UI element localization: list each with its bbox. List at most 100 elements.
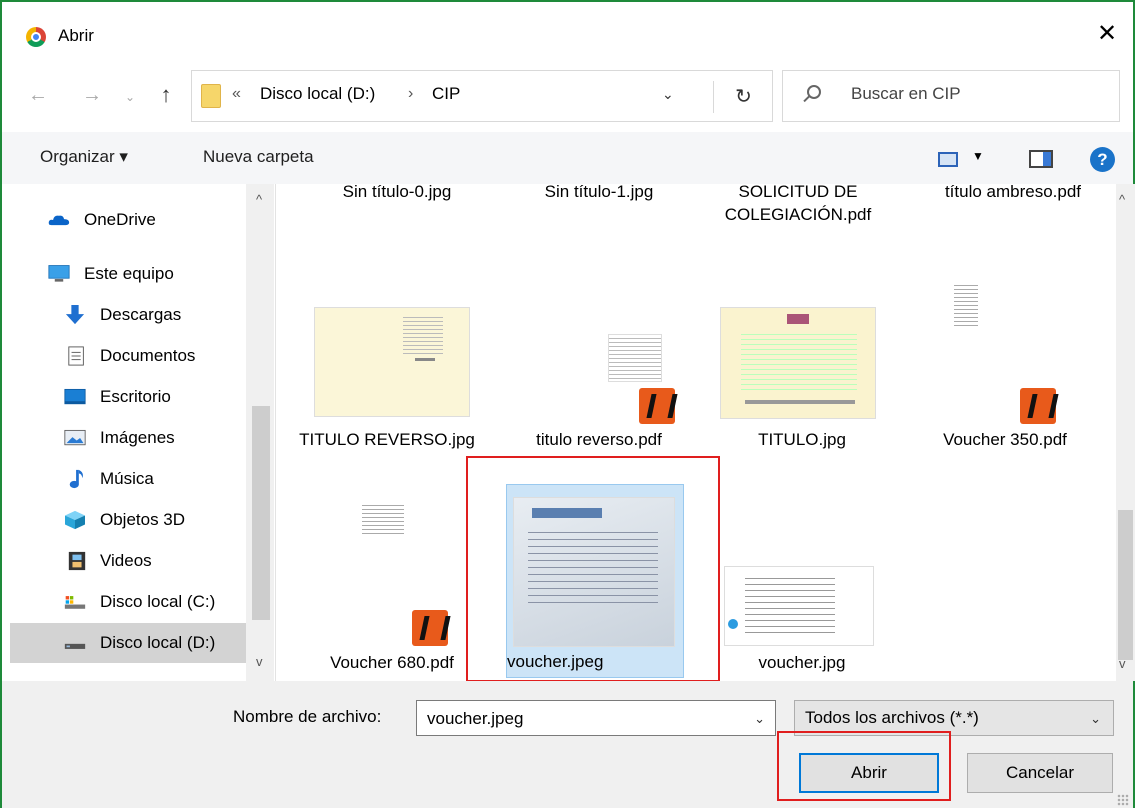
file-type-filter-value: Todos los archivos (*.*) (805, 708, 979, 727)
file-item[interactable]: Sin título-1.jpg (504, 184, 694, 203)
preview-pane-icon[interactable] (1029, 150, 1053, 168)
sidebar-item-disco-d[interactable]: Disco local (D:) (10, 623, 246, 663)
recent-locations-chevron-icon[interactable]: ⌄ (116, 90, 144, 104)
address-dropdown-chevron-icon[interactable]: ⌄ (662, 86, 674, 103)
file-item[interactable]: TITULO.jpg (712, 304, 892, 484)
filename-value: voucher.jpeg (427, 709, 524, 728)
sidebar-item-onedrive[interactable]: OneDrive (2, 200, 246, 240)
sidebar-item-videos[interactable]: Videos (2, 541, 246, 581)
address-bar[interactable]: « Disco local (D:) › CIP ⌄ ↻ (191, 70, 773, 122)
file-name: Voucher 350.pdf (943, 430, 1067, 449)
organize-menu-button[interactable]: Organizar ▾ (40, 147, 128, 167)
file-item[interactable]: SOLICITUD DE COLEGIACIÓN.pdf (718, 184, 878, 226)
file-name: voucher.jpg (758, 653, 846, 672)
file-type-chevron-icon[interactable]: ⌄ (1090, 711, 1101, 727)
file-name: Sin título-0.jpg (342, 184, 452, 201)
search-placeholder: Buscar en CIP (851, 84, 961, 103)
command-toolbar: Organizar ▾ Nueva carpeta ▼ ? (2, 132, 1133, 184)
view-options-caret-icon[interactable]: ▼ (972, 149, 984, 163)
filename-history-chevron-icon[interactable]: ⌄ (754, 711, 765, 727)
sidebar-item-label: Música (100, 469, 154, 488)
pdf-thumbnail (362, 502, 404, 536)
file-item[interactable]: Voucher 680.pdf (312, 484, 472, 681)
documents-icon (68, 346, 84, 366)
file-list-scroll-thumb[interactable] (1118, 510, 1133, 660)
music-icon (69, 469, 83, 489)
sidebar-scroll-down-icon[interactable]: v (256, 654, 263, 669)
close-button[interactable]: ✕ (1089, 16, 1125, 52)
image-thumbnail (314, 307, 470, 417)
sidebar-item-este-equipo[interactable]: Este equipo (2, 254, 246, 294)
sidebar-item-label: OneDrive (84, 210, 156, 229)
image-thumbnail (720, 307, 876, 419)
forward-button[interactable]: → (78, 84, 106, 107)
sidebar-item-label: Escritorio (100, 387, 171, 406)
sidebar-scroll-up-icon[interactable]: ^ (256, 192, 262, 207)
search-input[interactable]: Buscar en CIP (782, 70, 1120, 122)
sidebar-item-escritorio[interactable]: Escritorio (2, 377, 246, 417)
pdf-reader-icon (412, 610, 448, 646)
onedrive-icon (48, 215, 70, 226)
dialog-title: Abrir (58, 26, 94, 45)
pdf-reader-icon (1020, 388, 1056, 424)
sidebar-item-imagenes[interactable]: Imágenes (2, 418, 246, 458)
drive-d-icon (64, 643, 86, 649)
change-view-icon[interactable] (938, 152, 958, 167)
sidebar-scroll-thumb[interactable] (252, 406, 270, 620)
downloads-icon (65, 305, 85, 325)
sidebar-item-documentos[interactable]: Documentos (2, 336, 246, 376)
sidebar-item-label: Este equipo (84, 264, 174, 283)
image-thumbnail (724, 566, 874, 646)
folder-icon (201, 84, 221, 108)
file-item[interactable]: TITULO REVERSO.jpg (292, 304, 482, 484)
file-name: Voucher 680.pdf (330, 653, 454, 672)
computer-icon (48, 265, 70, 282)
highlight-box-selected-file (466, 456, 720, 682)
file-name: título ambreso.pdf (944, 184, 1082, 201)
file-item[interactable]: Voucher 350.pdf (920, 282, 1090, 484)
breadcrumb-disco-d[interactable]: Disco local (D:) (260, 84, 375, 104)
help-icon[interactable]: ? (1090, 147, 1115, 172)
file-name: TITULO REVERSO.jpg (299, 430, 475, 449)
file-name: Sin título-1.jpg (544, 184, 654, 201)
new-folder-button[interactable]: Nueva carpeta (203, 147, 314, 167)
sidebar-item-musica[interactable]: Música (2, 459, 246, 499)
drive-c-icon (64, 596, 86, 609)
sidebar-item-objetos-3d[interactable]: Objetos 3D (2, 500, 246, 540)
refresh-button[interactable]: ↻ (713, 81, 773, 113)
breadcrumb-separator-icon[interactable]: › (408, 85, 413, 103)
back-button[interactable]: ← (24, 84, 52, 107)
sidebar-item-label: Disco local (D:) (100, 633, 216, 652)
sidebar-scrollbar[interactable]: ^ v (246, 184, 274, 681)
pdf-reader-icon (639, 388, 675, 424)
pictures-icon (64, 429, 86, 446)
file-item[interactable]: Sin título-0.jpg (302, 184, 492, 203)
file-list-scroll-down-icon[interactable]: v (1119, 656, 1126, 671)
file-list-scrollbar[interactable]: ^ v (1116, 184, 1135, 681)
pdf-thumbnail (954, 282, 978, 328)
breadcrumb-cip[interactable]: CIP (432, 84, 460, 104)
sidebar-item-label: Videos (100, 551, 152, 570)
sidebar-item-label: Disco local (C:) (100, 592, 216, 611)
dialog-footer: Nombre de archivo: voucher.jpeg ⌄ Todos … (2, 681, 1133, 808)
3d-objects-icon (65, 510, 85, 530)
file-list-scroll-up-icon[interactable]: ^ (1119, 192, 1125, 207)
cancel-button[interactable]: Cancelar (967, 753, 1113, 793)
navigation-bar: ← → ⌄ ↑ « Disco local (D:) › CIP ⌄ ↻ Bus… (2, 70, 1133, 124)
sidebar-item-disco-c[interactable]: Disco local (C:) (2, 582, 246, 622)
resize-grip-icon[interactable] (1117, 794, 1129, 806)
filename-label: Nombre de archivo: (233, 707, 382, 726)
title-bar: Abrir ✕ (2, 2, 1133, 64)
file-item[interactable]: título ambreso.pdf (938, 184, 1088, 203)
sidebar-item-descargas[interactable]: Descargas (2, 295, 246, 335)
filename-input[interactable]: voucher.jpeg ⌄ (416, 700, 776, 736)
file-item[interactable]: voucher.jpg (712, 484, 892, 681)
navigation-pane: OneDrive Este equipo Descargas Documento… (2, 184, 276, 681)
desktop-icon (64, 388, 86, 405)
breadcrumb-overflow-button[interactable]: « (232, 85, 241, 103)
pdf-thumbnail (608, 334, 662, 382)
sidebar-item-label: Descargas (100, 305, 182, 324)
up-folder-button[interactable]: ↑ (152, 82, 180, 108)
videos-icon (68, 551, 86, 571)
search-icon (807, 85, 821, 99)
